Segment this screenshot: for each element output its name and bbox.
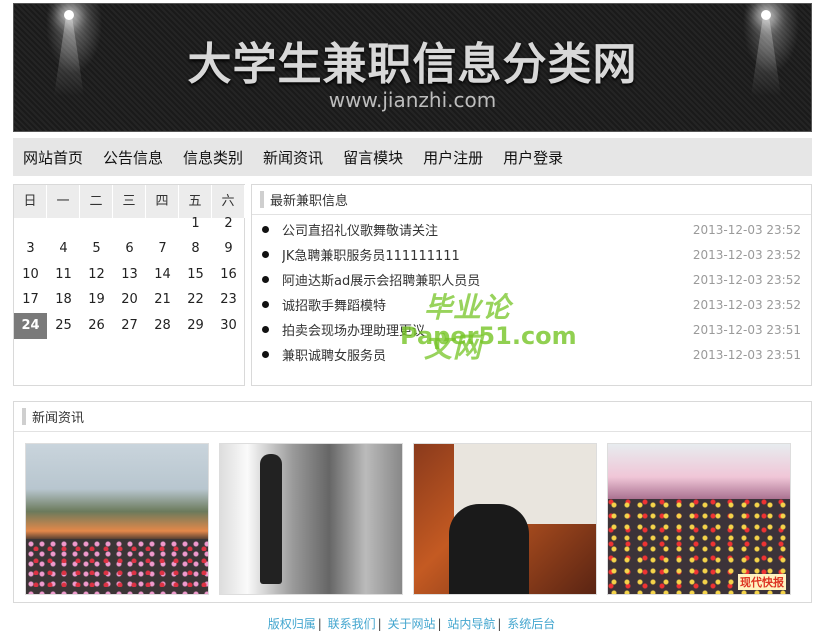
bullet-icon (262, 326, 269, 333)
calendar-day[interactable]: 30 (212, 313, 245, 339)
calendar-day[interactable]: 1 (179, 211, 212, 237)
calendar-day[interactable]: 10 (14, 262, 47, 288)
calendar-day[interactable]: 11 (47, 262, 80, 288)
nav-news[interactable]: 新闻资讯 (263, 147, 323, 168)
calendar-day[interactable]: 28 (146, 313, 179, 339)
job-link[interactable]: 公司直招礼仪歌舞敬请关注 (282, 220, 693, 239)
spotlight-left-icon (64, 10, 74, 20)
calendar-day[interactable]: 21 (146, 287, 179, 313)
news-header: 新闻资讯 (14, 402, 811, 432)
calendar-day[interactable]: 7 (146, 236, 179, 262)
calendar-day[interactable]: 16 (212, 262, 245, 288)
bullet-icon (262, 276, 269, 283)
calendar-empty-cell (146, 211, 179, 237)
latest-jobs-title: 最新兼职信息 (270, 194, 349, 209)
job-link[interactable]: 拍卖会现场办理助理更议 (282, 320, 693, 339)
job-date: 2013-12-03 23:51 (692, 322, 801, 337)
job-date: 2013-12-03 23:52 (692, 272, 801, 287)
job-link[interactable]: 阿迪达斯ad展示会招聘兼职人员员 (282, 270, 693, 289)
calendar-empty-cell (47, 211, 80, 237)
latest-jobs-panel: 最新兼职信息 公司直招礼仪歌舞敬请关注 2013-12-03 23:52 JK急… (251, 184, 812, 386)
calendar-day[interactable]: 8 (179, 236, 212, 262)
job-date: 2013-12-03 23:52 (692, 247, 801, 262)
job-date: 2013-12-03 23:51 (692, 347, 801, 362)
nav-messages[interactable]: 留言模块 (343, 147, 403, 168)
calendar-day[interactable]: 20 (113, 287, 146, 313)
calendar-day[interactable]: 29 (179, 313, 212, 339)
calendar-day[interactable]: 22 (179, 287, 212, 313)
site-url: www.jianzhi.com (328, 88, 497, 112)
bullet-icon (262, 251, 269, 258)
calendar-day[interactable]: 15 (179, 262, 212, 288)
calendar-empty-cell (113, 211, 146, 237)
calendar-day[interactable]: 5 (80, 236, 113, 262)
list-item: JK急聘兼职服务员111111111 2013-12-03 23:52 (252, 242, 811, 267)
list-item: 诚招歌手舞蹈模特 2013-12-03 23:52 (252, 292, 811, 317)
newspaper-stamp: 现代快报 (738, 574, 786, 590)
job-list: 公司直招礼仪歌舞敬请关注 2013-12-03 23:52 JK急聘兼职服务员1… (252, 215, 811, 367)
calendar-day[interactable]: 3 (14, 236, 47, 262)
news-photo-job-seeker[interactable] (219, 443, 403, 595)
news-title: 新闻资讯 (32, 411, 85, 426)
header-bar-icon (22, 408, 26, 425)
list-item: 公司直招礼仪歌舞敬请关注 2013-12-03 23:52 (252, 217, 811, 242)
calendar-day[interactable]: 27 (113, 313, 146, 339)
job-link[interactable]: JK急聘兼职服务员111111111 (282, 245, 693, 264)
site-banner: 大学生兼职信息分类网 www.jianzhi.com (13, 3, 812, 132)
list-item: 阿迪达斯ad展示会招聘兼职人员员 2013-12-03 23:52 (252, 267, 811, 292)
footer-link-contact[interactable]: 联系我们 (328, 617, 376, 631)
list-item: 拍卖会现场办理助理更议 2013-12-03 23:51 (252, 317, 811, 342)
calendar-day[interactable]: 26 (80, 313, 113, 339)
spotlight-right-icon (761, 10, 771, 20)
nav-categories[interactable]: 信息类别 (183, 147, 243, 168)
calendar-day[interactable]: 14 (146, 262, 179, 288)
bullet-icon (262, 226, 269, 233)
calendar-grid: 日一二三四五六 1 2 3 4 5 6 7 8 9 10 11 12 13 14 15 16 17 18 19 20 21… (14, 185, 245, 339)
nav-register[interactable]: 用户注册 (423, 147, 483, 168)
site-title: 大学生兼职信息分类网 (187, 39, 638, 90)
calendar-day[interactable]: 18 (47, 287, 80, 313)
news-photo-speaker[interactable] (413, 443, 597, 595)
calendar-day[interactable]: 19 (80, 287, 113, 313)
footer: 版权归属 | 联系我们 | 关于网站 | 站内导航 | 系统后台 (267, 617, 556, 631)
footer-link-copyright[interactable]: 版权归属 (268, 617, 316, 631)
bullet-icon (262, 301, 269, 308)
main-nav: 网站首页 公告信息 信息类别 新闻资讯 留言模块 用户注册 用户登录 (13, 138, 812, 176)
calendar-day[interactable]: 25 (47, 313, 80, 339)
calendar-day-today[interactable]: 24 (14, 312, 47, 339)
calendar-day[interactable]: 6 (113, 236, 146, 262)
job-date: 2013-12-03 23:52 (692, 297, 801, 312)
nav-announcements[interactable]: 公告信息 (103, 147, 163, 168)
latest-jobs-header: 最新兼职信息 (252, 185, 811, 215)
calendar-day[interactable]: 4 (47, 236, 80, 262)
calendar-day[interactable]: 12 (80, 262, 113, 288)
job-date: 2013-12-03 23:52 (692, 222, 801, 237)
calendar-day[interactable]: 23 (212, 287, 245, 313)
nav-home[interactable]: 网站首页 (23, 147, 83, 168)
calendar-day[interactable]: 9 (212, 236, 245, 262)
footer-link-sitemap[interactable]: 站内导航 (447, 617, 495, 631)
job-link[interactable]: 兼职诚聘女服务员 (282, 345, 693, 364)
footer-link-admin[interactable]: 系统后台 (507, 617, 555, 631)
calendar-empty-cell (14, 211, 47, 237)
calendar-day[interactable]: 13 (113, 262, 146, 288)
news-photo-job-fair[interactable] (25, 443, 209, 595)
calendar-empty-cell (80, 211, 113, 237)
calendar: 日一二三四五六 1 2 3 4 5 6 7 8 9 10 11 12 13 14 15 16 17 18 19 20 21… (13, 184, 245, 386)
list-item: 兼职诚聘女服务员 2013-12-03 23:51 (252, 342, 811, 367)
header-bar-icon (260, 191, 264, 208)
bullet-icon (262, 351, 269, 358)
news-photo-crowd[interactable]: 现代快报 (607, 443, 791, 595)
job-link[interactable]: 诚招歌手舞蹈模特 (282, 295, 693, 314)
news-photo-strip: 现代快报 (25, 443, 791, 595)
footer-link-about[interactable]: 关于网站 (387, 617, 435, 631)
news-panel: 新闻资讯 现代快报 (13, 401, 812, 603)
calendar-day[interactable]: 2 (212, 211, 245, 237)
calendar-day[interactable]: 17 (14, 287, 47, 313)
nav-login[interactable]: 用户登录 (503, 147, 563, 168)
